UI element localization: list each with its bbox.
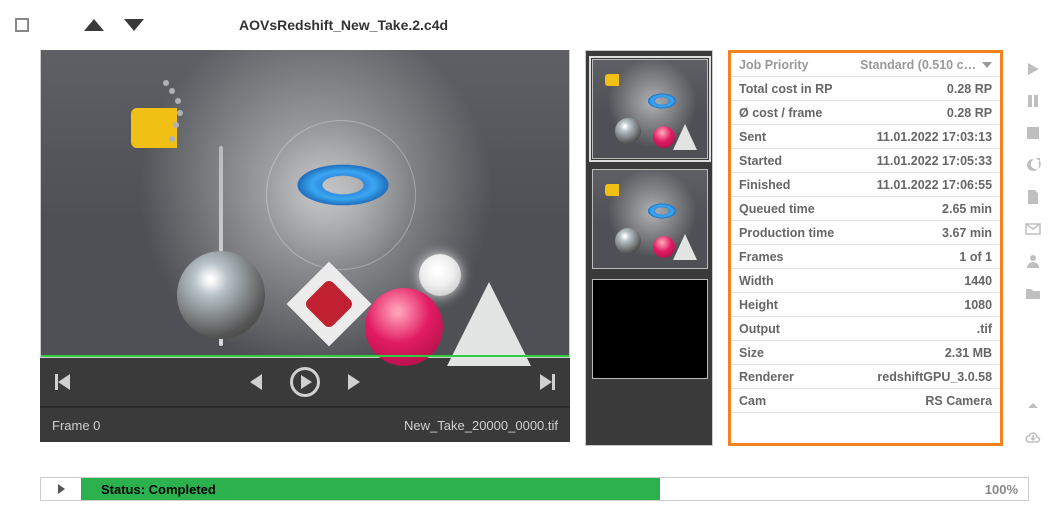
detail-key: Size bbox=[731, 341, 846, 365]
refresh-icon[interactable] bbox=[1024, 156, 1042, 174]
detail-row: CamRS Camera bbox=[731, 389, 1000, 413]
detail-row: Height1080 bbox=[731, 293, 1000, 317]
file-title: AOVsRedshift_New_Take.2.c4d bbox=[239, 17, 448, 33]
file-icon[interactable] bbox=[1024, 188, 1042, 206]
thumbnail-3[interactable] bbox=[592, 279, 708, 379]
preview-column: Frame 0 New_Take_20000_0000.tif bbox=[40, 50, 570, 446]
pause-icon[interactable] bbox=[1024, 92, 1042, 110]
detail-key: Started bbox=[731, 149, 846, 173]
skip-start-button[interactable] bbox=[55, 374, 70, 390]
move-down-icon[interactable] bbox=[124, 19, 144, 31]
play-button[interactable] bbox=[290, 367, 320, 397]
play-icon[interactable] bbox=[1024, 60, 1042, 78]
frame-label: Frame 0 bbox=[52, 418, 100, 433]
frame-info: Frame 0 New_Take_20000_0000.tif bbox=[40, 406, 570, 442]
detail-key: Output bbox=[731, 317, 846, 341]
detail-value: 2.65 min bbox=[846, 197, 1000, 221]
detail-value: 1080 bbox=[846, 293, 1000, 317]
detail-row: Sent11.01.2022 17:03:13 bbox=[731, 125, 1000, 149]
detail-row: Finished11.01.2022 17:06:55 bbox=[731, 173, 1000, 197]
job-priority-label: Job Priority bbox=[731, 53, 846, 77]
detail-value: 0.28 RP bbox=[846, 101, 1000, 125]
side-toolbar bbox=[1018, 50, 1047, 446]
detail-row: Total cost in RP0.28 RP bbox=[731, 77, 1000, 101]
detail-key: Total cost in RP bbox=[731, 77, 846, 101]
status-percent: 100% bbox=[958, 482, 1028, 497]
status-text: Status: Completed bbox=[81, 478, 660, 500]
stop-icon[interactable] bbox=[1024, 124, 1042, 142]
expand-status-button[interactable] bbox=[41, 484, 81, 494]
detail-value: 2.31 MB bbox=[846, 341, 1000, 365]
detail-row: Started11.01.2022 17:05:33 bbox=[731, 149, 1000, 173]
output-filename: New_Take_20000_0000.tif bbox=[404, 418, 558, 433]
move-up-icon[interactable] bbox=[84, 19, 104, 31]
detail-value: 1 of 1 bbox=[846, 245, 1000, 269]
detail-value: redshiftGPU_3.0.58 bbox=[846, 365, 1000, 389]
detail-key: Finished bbox=[731, 173, 846, 197]
thumbnail-2[interactable] bbox=[592, 169, 708, 269]
skip-end-button[interactable] bbox=[540, 374, 555, 390]
detail-row: Ø cost / frame0.28 RP bbox=[731, 101, 1000, 125]
prev-frame-button[interactable] bbox=[250, 374, 262, 390]
job-priority-row[interactable]: Job Priority Standard (0.510 c… bbox=[731, 53, 1000, 77]
detail-value: 11.01.2022 17:05:33 bbox=[846, 149, 1000, 173]
detail-value: 0.28 RP bbox=[846, 77, 1000, 101]
detail-value: 11.01.2022 17:03:13 bbox=[846, 125, 1000, 149]
detail-key: Height bbox=[731, 293, 846, 317]
detail-key: Queued time bbox=[731, 197, 846, 221]
status-bar: Status: Completed 100% bbox=[40, 477, 1029, 501]
detail-key: Width bbox=[731, 269, 846, 293]
detail-value: 3.67 min bbox=[846, 221, 1000, 245]
chevron-down-icon bbox=[982, 62, 992, 68]
detail-row: Size2.31 MB bbox=[731, 341, 1000, 365]
detail-row: Production time3.67 min bbox=[731, 221, 1000, 245]
detail-value: .tif bbox=[846, 317, 1000, 341]
top-bar: AOVsRedshift_New_Take.2.c4d bbox=[0, 0, 1059, 50]
detail-key: Ø cost / frame bbox=[731, 101, 846, 125]
thumbnail-1[interactable] bbox=[592, 59, 708, 159]
next-frame-button[interactable] bbox=[348, 374, 360, 390]
folder-icon[interactable] bbox=[1024, 284, 1042, 302]
detail-key: Production time bbox=[731, 221, 846, 245]
preview-image bbox=[40, 50, 570, 358]
detail-value: 1440 bbox=[846, 269, 1000, 293]
detail-row: RendererredshiftGPU_3.0.58 bbox=[731, 365, 1000, 389]
detail-key: Renderer bbox=[731, 365, 846, 389]
detail-row: Queued time2.65 min bbox=[731, 197, 1000, 221]
select-checkbox[interactable] bbox=[15, 18, 29, 32]
job-priority-value: Standard (0.510 c… bbox=[860, 58, 976, 72]
user-icon[interactable] bbox=[1024, 252, 1042, 270]
detail-key: Frames bbox=[731, 245, 846, 269]
cloud-download-icon[interactable] bbox=[1024, 428, 1042, 446]
detail-key: Cam bbox=[731, 389, 846, 413]
detail-value: 11.01.2022 17:06:55 bbox=[846, 173, 1000, 197]
detail-row: Frames1 of 1 bbox=[731, 245, 1000, 269]
thumbnail-column bbox=[585, 50, 713, 446]
detail-row: Width1440 bbox=[731, 269, 1000, 293]
detail-key: Sent bbox=[731, 125, 846, 149]
chevron-up-icon[interactable] bbox=[1024, 396, 1042, 414]
detail-row: Output.tif bbox=[731, 317, 1000, 341]
job-details-panel: Job Priority Standard (0.510 c… Total co… bbox=[728, 50, 1003, 446]
mail-icon[interactable] bbox=[1024, 220, 1042, 238]
detail-value: RS Camera bbox=[846, 389, 1000, 413]
